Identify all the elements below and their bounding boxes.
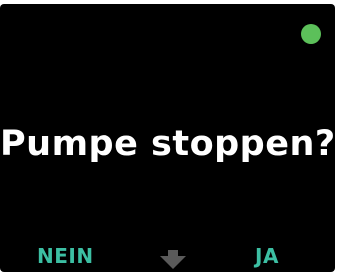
no-button[interactable]: NEIN xyxy=(37,244,94,268)
display-panel: Pumpe stoppen? NEIN JA xyxy=(0,4,335,272)
status-dot-icon xyxy=(301,24,321,44)
device-screen: Pumpe stoppen? NEIN JA xyxy=(0,0,337,275)
confirmation-question: Pumpe stoppen? xyxy=(0,124,335,164)
yes-button[interactable]: JA xyxy=(255,244,279,268)
down-arrow-icon[interactable] xyxy=(160,256,186,269)
